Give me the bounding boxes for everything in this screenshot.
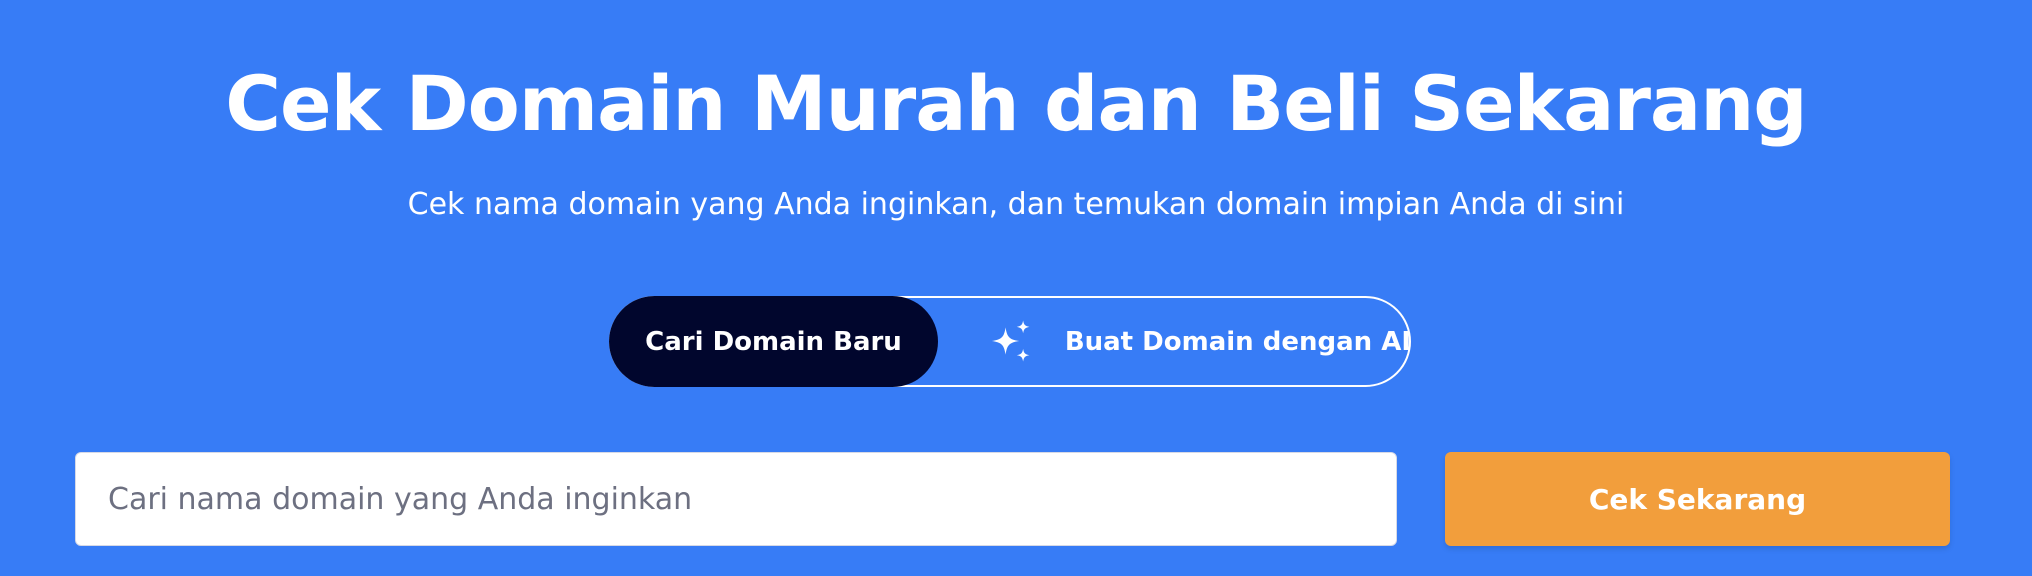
sparkles-icon (991, 320, 1030, 362)
domain-search-input[interactable] (75, 452, 1397, 546)
tab-buat-domain-ai[interactable]: Buat Domain dengan AI (983, 296, 1411, 387)
domain-mode-toggle: Cari Domain Baru Buat Domain dengan AI (609, 296, 1411, 387)
tab-cari-domain-baru[interactable]: Cari Domain Baru (609, 296, 938, 387)
page-title: Cek Domain Murah dan Beli Sekarang (225, 58, 1807, 148)
tab-cari-domain-baru-label: Cari Domain Baru (645, 326, 902, 357)
tab-buat-domain-ai-label: Buat Domain dengan AI (1064, 326, 1411, 357)
cek-sekarang-button[interactable]: Cek Sekarang (1445, 452, 1950, 546)
page-subtitle: Cek nama domain yang Anda inginkan, dan … (407, 187, 1625, 222)
